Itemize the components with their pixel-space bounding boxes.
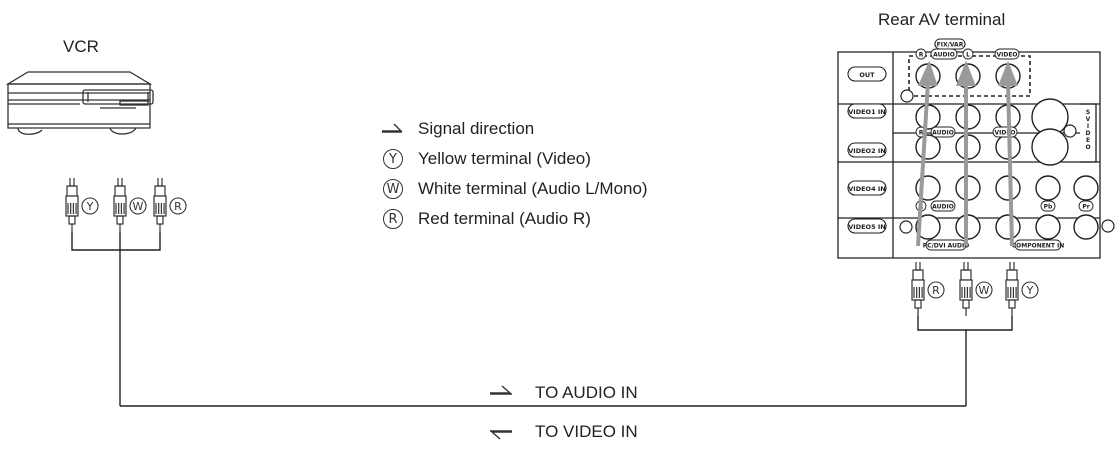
legend: Signal direction Y Yellow terminal (Vide…	[382, 114, 648, 234]
out-r-label: R	[915, 48, 927, 60]
plug-badge-letter: R	[174, 200, 182, 213]
pr-label: Pr	[1078, 200, 1094, 212]
v4-audio-label-text: AUDIO	[932, 204, 954, 211]
legend-text: White terminal (Audio L/Mono)	[418, 179, 648, 198]
panel-row-text: OUT	[859, 71, 875, 79]
v2-video-label-text: VIDEO	[994, 130, 1015, 137]
panel-screw	[1063, 124, 1077, 138]
panel-screw	[900, 89, 914, 103]
rca-plug	[1005, 262, 1019, 316]
av-jack	[1035, 175, 1061, 201]
av-jack	[1073, 214, 1099, 240]
vcr-plugs: YWR	[65, 178, 187, 232]
panel-row-label: VIDEO2 IN	[847, 142, 887, 158]
s-video-letter: S	[1086, 109, 1090, 116]
panel-screw	[899, 220, 913, 234]
s-video-letter: I	[1087, 123, 1089, 130]
plug-badge-letter: R	[932, 284, 940, 297]
pc-dvi-audio-label: PC/DVI AUDIO	[923, 239, 970, 251]
av-jack	[915, 134, 941, 160]
s-video-letter: D	[1086, 130, 1091, 137]
s-video-letter: O	[1085, 144, 1090, 151]
out-audio-label-text: AUDIO	[933, 52, 955, 59]
rear-av-panel: OUT VIDEO1 IN VIDEO2 IN VIDEO4 IN VIDEO5 IN S…	[837, 38, 1115, 259]
plug-badge-icon: W	[129, 197, 147, 215]
connection-diagram: YWR RWY OUT VIDEO1 IN VIDEO2 IN VIDEO4 IN VI…	[0, 0, 1115, 454]
legend-item-signal-direction: Signal direction	[382, 114, 648, 144]
audio-arrow-icon	[490, 385, 512, 395]
pr-label-text: Pr	[1082, 204, 1089, 211]
vcr-cable-bracket	[71, 232, 161, 251]
component-in-label: COMPONENT IN	[1012, 239, 1065, 251]
plug-badge-letter: W	[133, 200, 144, 213]
panel-screw	[1101, 219, 1115, 233]
audio-in-label: TO AUDIO IN	[535, 383, 638, 402]
legend-item-red: R Red terminal (Audio R)	[382, 204, 648, 234]
tv-plugs: RWY	[911, 262, 1039, 316]
video-in-label: TO VIDEO IN	[535, 422, 638, 441]
v2-video-label: VIDEO	[992, 126, 1018, 138]
rca-plug	[911, 262, 925, 316]
fix-var-label-text: (FIX/VAR)	[934, 42, 966, 49]
plug-badge-letter: W	[979, 284, 990, 297]
panel-row-text: VIDEO2 IN	[848, 147, 885, 155]
v2-audio-label-text: AUDIO	[932, 130, 954, 137]
vcr-device	[5, 71, 154, 135]
panel-row-label: OUT	[847, 66, 887, 82]
plug-badge-icon: R	[169, 197, 187, 215]
v2-audio-label: AUDIO	[930, 126, 956, 138]
pc-dvi-audio-label-text: PC/DVI AUDIO	[923, 243, 970, 250]
rear-terminal-label: Rear AV terminal	[878, 10, 1006, 29]
out-audio-label: AUDIO	[930, 48, 958, 60]
av-jack	[1073, 175, 1099, 201]
plug-badge-letter: Y	[86, 200, 94, 213]
rca-plug	[113, 178, 127, 232]
plug-badge-icon: W	[975, 281, 993, 299]
out-l-label: L	[962, 48, 974, 60]
tv-cable-bracket	[917, 316, 1013, 331]
plug-badge-letter: Y	[1026, 284, 1034, 297]
av-jack	[995, 214, 1021, 240]
legend-text: Signal direction	[418, 119, 535, 138]
panel-row-text: VIDEO4 IN	[848, 185, 885, 193]
white-terminal-icon: W	[383, 179, 403, 199]
plug-badge-icon: Y	[1021, 281, 1039, 299]
yellow-terminal-icon: Y	[383, 149, 403, 169]
panel-row-text: VIDEO5 IN	[848, 223, 885, 231]
rca-plug	[65, 178, 79, 232]
legend-item-yellow: Y Yellow terminal (Video)	[382, 144, 648, 174]
v4-audio-label: AUDIO	[930, 200, 956, 212]
red-terminal-icon: R	[383, 209, 403, 229]
out-video-label-text: VIDEO	[996, 52, 1017, 59]
pb-label-text: Pb	[1044, 204, 1053, 211]
video-arrow-icon	[490, 430, 512, 440]
plug-badge-icon: R	[927, 281, 945, 299]
panel-row-label: VIDEO5 IN	[847, 218, 887, 234]
rca-plug	[153, 178, 167, 232]
s-video-letter: V	[1086, 116, 1091, 123]
plug-badge-icon: Y	[81, 197, 99, 215]
legend-text: Red terminal (Audio R)	[418, 209, 591, 228]
out-l-label-text: L	[966, 52, 970, 59]
component-in-label-text: COMPONENT IN	[1012, 243, 1065, 250]
out-video-label: VIDEO	[994, 48, 1020, 60]
panel-row-label: VIDEO4 IN	[847, 180, 887, 196]
out-r-label-text: R	[919, 52, 924, 59]
av-jack	[995, 175, 1021, 201]
av-jack	[1035, 214, 1061, 240]
av-jack	[1031, 128, 1069, 166]
panel-row-label: VIDEO1 IN	[847, 103, 887, 119]
s-video-letter: E	[1086, 137, 1090, 144]
panel-row-text: VIDEO1 IN	[848, 108, 885, 116]
vcr-label: VCR	[63, 37, 99, 56]
rca-plug	[959, 262, 973, 316]
legend-text: Yellow terminal (Video)	[418, 149, 591, 168]
pb-label: Pb	[1040, 200, 1056, 212]
fix-var-label: (FIX/VAR)	[934, 38, 966, 50]
legend-item-white: W White terminal (Audio L/Mono)	[382, 174, 648, 204]
